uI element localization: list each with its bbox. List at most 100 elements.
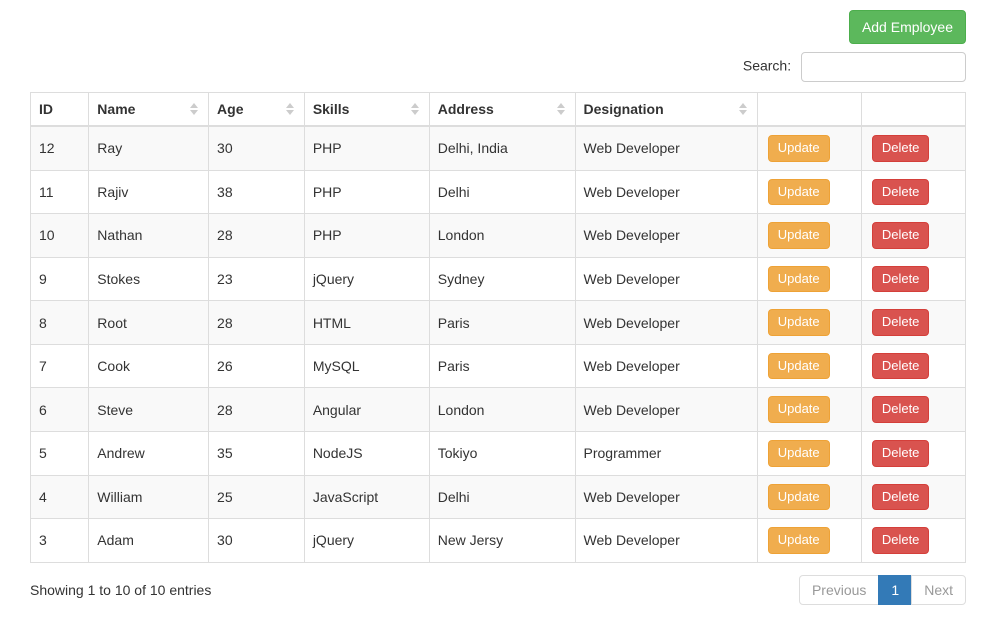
sort-icon <box>411 102 421 116</box>
cell-age: 38 <box>209 170 305 214</box>
sort-icon <box>557 102 567 116</box>
cell-age: 28 <box>209 301 305 345</box>
cell-id: 12 <box>31 126 89 170</box>
delete-button[interactable]: Delete <box>872 353 930 380</box>
table-row: 3Adam30jQueryNew JersyWeb DeveloperUpdat… <box>31 519 966 563</box>
search-filter: Search: <box>30 52 966 82</box>
cell-age: 28 <box>209 388 305 432</box>
cell-name: William <box>89 475 209 519</box>
column-header-designation[interactable]: Designation <box>575 93 757 127</box>
cell-delete: Delete <box>861 257 965 301</box>
cell-id: 8 <box>31 301 89 345</box>
cell-address: Paris <box>429 344 575 388</box>
update-button[interactable]: Update <box>768 309 830 336</box>
cell-id: 10 <box>31 214 89 258</box>
cell-delete: Delete <box>861 475 965 519</box>
cell-designation: Web Developer <box>575 388 757 432</box>
column-header-id[interactable]: ID <box>31 93 89 127</box>
column-header-name-label: Name <box>97 101 135 117</box>
update-button[interactable]: Update <box>768 396 830 423</box>
cell-address: Tokiyo <box>429 431 575 475</box>
update-button[interactable]: Update <box>768 527 830 554</box>
delete-button[interactable]: Delete <box>872 440 930 467</box>
column-header-skills[interactable]: Skills <box>304 93 429 127</box>
cell-update: Update <box>757 431 861 475</box>
cell-skills: PHP <box>304 170 429 214</box>
column-header-address-label: Address <box>438 101 494 117</box>
delete-button[interactable]: Delete <box>872 309 930 336</box>
cell-name: Root <box>89 301 209 345</box>
delete-button[interactable]: Delete <box>872 527 930 554</box>
cell-address: London <box>429 388 575 432</box>
update-button[interactable]: Update <box>768 135 830 162</box>
cell-delete: Delete <box>861 214 965 258</box>
table-row: 8Root28HTMLParisWeb DeveloperUpdateDelet… <box>31 301 966 345</box>
column-header-age[interactable]: Age <box>209 93 305 127</box>
update-button[interactable]: Update <box>768 484 830 511</box>
sort-icon <box>739 102 749 116</box>
cell-name: Rajiv <box>89 170 209 214</box>
delete-button[interactable]: Delete <box>872 135 930 162</box>
delete-button[interactable]: Delete <box>872 179 930 206</box>
search-input[interactable] <box>801 52 966 82</box>
cell-age: 30 <box>209 126 305 170</box>
update-button[interactable]: Update <box>768 179 830 206</box>
cell-update: Update <box>757 388 861 432</box>
table-info-text: Showing 1 to 10 of 10 entries <box>30 582 211 598</box>
cell-name: Cook <box>89 344 209 388</box>
add-employee-button[interactable]: Add Employee <box>849 10 966 44</box>
sort-icon <box>190 102 200 116</box>
update-button[interactable]: Update <box>768 222 830 249</box>
cell-age: 28 <box>209 214 305 258</box>
delete-button[interactable]: Delete <box>872 396 930 423</box>
cell-skills: PHP <box>304 126 429 170</box>
delete-button[interactable]: Delete <box>872 484 930 511</box>
update-button[interactable]: Update <box>768 266 830 293</box>
column-header-age-label: Age <box>217 101 243 117</box>
cell-skills: MySQL <box>304 344 429 388</box>
cell-designation: Web Developer <box>575 257 757 301</box>
column-header-update <box>757 93 861 127</box>
pagination-previous[interactable]: Previous <box>799 575 879 605</box>
cell-age: 23 <box>209 257 305 301</box>
cell-designation: Web Developer <box>575 475 757 519</box>
cell-name: Steve <box>89 388 209 432</box>
table-row: 7Cook26MySQLParisWeb DeveloperUpdateDele… <box>31 344 966 388</box>
employee-table: ID Name Age Skills Address <box>30 92 966 563</box>
column-header-address[interactable]: Address <box>429 93 575 127</box>
cell-skills: JavaScript <box>304 475 429 519</box>
column-header-name[interactable]: Name <box>89 93 209 127</box>
table-row: 12Ray30PHPDelhi, IndiaWeb DeveloperUpdat… <box>31 126 966 170</box>
cell-name: Stokes <box>89 257 209 301</box>
column-header-id-label: ID <box>39 101 53 117</box>
table-row: 9Stokes23jQuerySydneyWeb DeveloperUpdate… <box>31 257 966 301</box>
search-label: Search: <box>743 58 791 74</box>
table-row: 10Nathan28PHPLondonWeb DeveloperUpdateDe… <box>31 214 966 258</box>
cell-name: Adam <box>89 519 209 563</box>
delete-button[interactable]: Delete <box>872 266 930 293</box>
pagination-page[interactable]: 1 <box>878 575 912 605</box>
cell-skills: NodeJS <box>304 431 429 475</box>
update-button[interactable]: Update <box>768 353 830 380</box>
cell-update: Update <box>757 519 861 563</box>
cell-id: 4 <box>31 475 89 519</box>
pagination: Previous 1 Next <box>800 575 966 605</box>
cell-id: 5 <box>31 431 89 475</box>
cell-delete: Delete <box>861 126 965 170</box>
cell-designation: Web Developer <box>575 170 757 214</box>
cell-id: 11 <box>31 170 89 214</box>
update-button[interactable]: Update <box>768 440 830 467</box>
cell-delete: Delete <box>861 519 965 563</box>
cell-designation: Web Developer <box>575 344 757 388</box>
cell-id: 6 <box>31 388 89 432</box>
cell-address: London <box>429 214 575 258</box>
cell-name: Nathan <box>89 214 209 258</box>
cell-id: 7 <box>31 344 89 388</box>
sort-icon <box>286 102 296 116</box>
cell-designation: Web Developer <box>575 214 757 258</box>
cell-address: Delhi <box>429 475 575 519</box>
cell-update: Update <box>757 126 861 170</box>
delete-button[interactable]: Delete <box>872 222 930 249</box>
cell-delete: Delete <box>861 344 965 388</box>
pagination-next[interactable]: Next <box>911 575 966 605</box>
